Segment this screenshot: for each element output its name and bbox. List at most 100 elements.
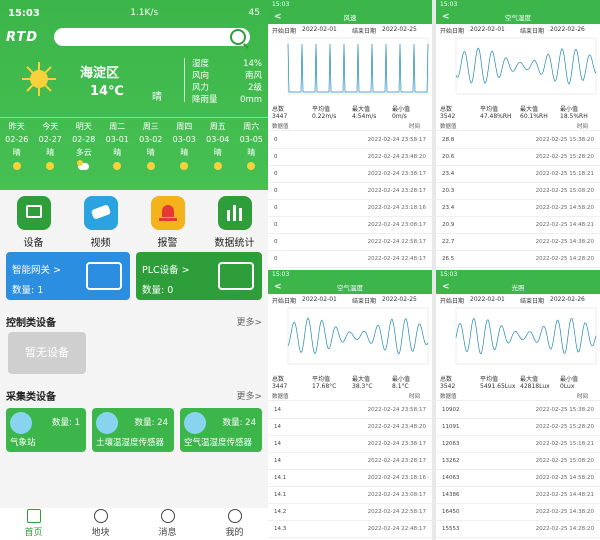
collect-more-link[interactable]: 更多> (236, 389, 262, 402)
table-row: 0 2022-02-24 23:08:17 (268, 217, 432, 234)
table-row: 22.7 2022-02-25 14:38:20 (436, 234, 600, 251)
gateway-panel[interactable]: 智能网关 > 数量: 1 (6, 252, 130, 300)
table-row: 16450 2022-02-25 14:38:20 (436, 504, 600, 521)
start-date[interactable]: 2022-02-01 (302, 296, 337, 303)
sun-icon (180, 162, 189, 170)
table-row: 0 2022-02-24 23:48:20 (268, 149, 432, 166)
tab-home[interactable]: 首页 (9, 509, 59, 538)
app-logo: RTD (6, 30, 39, 45)
detail-title: 空气温度 (337, 284, 363, 292)
table-row: 0 2022-02-24 23:28:17 (268, 183, 432, 200)
table-row: 14.3 2022-02-24 22:48:17 (268, 521, 432, 538)
table-row: 14.2 2022-02-24 22:58:17 (268, 504, 432, 521)
detail-screen: 15:03 < 风速 开始日期 2022-02-01 结束日期 2022-02-25 总数 34… (268, 0, 432, 270)
weather-station-icon (10, 412, 32, 434)
devices-button[interactable]: 设备 (7, 196, 61, 249)
table-row: 26.5 2022-02-25 14:28:20 (436, 251, 600, 268)
start-date[interactable]: 2022-02-01 (470, 26, 505, 33)
tab-messages[interactable]: 消息 (143, 509, 193, 538)
table-row: 11091 2022-02-25 15:28:20 (436, 419, 600, 436)
main-phone-screen: 15:03 1.1K/s 45 RTD 海淀区 14℃ 晴 湿度 14% 风向 南风… (0, 0, 268, 540)
line-chart (287, 37, 429, 95)
forecast-day: 今天 02-27 晴 (34, 120, 68, 173)
forecast-day: 明天 02-28 多云 (67, 120, 101, 173)
control-section-title: 控制类设备 (6, 318, 56, 329)
tab-profile[interactable]: 我的 (210, 509, 260, 538)
search-icon[interactable] (230, 29, 246, 45)
nav-icons: 设备 视频 报警 数据统计 (0, 196, 268, 249)
table-row: 0 2022-02-24 23:38:17 (268, 166, 432, 183)
start-date[interactable]: 2022-02-01 (302, 26, 337, 33)
divider (0, 117, 268, 118)
sun-icon (213, 162, 222, 170)
home-icon (26, 509, 41, 523)
control-more-link[interactable]: 更多> (236, 315, 262, 328)
forecast-day: 周二 03-01 晴 (101, 120, 135, 173)
forecast-day: 昨天 02-26 晴 (0, 120, 34, 173)
detail-header: 15:03 < 空气温度 (268, 270, 432, 294)
sun-icon (146, 162, 155, 170)
thermometer-icon (96, 412, 118, 434)
thermometer-icon (184, 412, 206, 434)
table-row: 0 2022-02-24 22:48:17 (268, 251, 432, 268)
district-name[interactable]: 海淀区 (80, 62, 119, 81)
sensor-card-soil[interactable]: 数量: 24 土壤温湿度传感器 (92, 408, 174, 452)
camera-icon (83, 196, 118, 230)
chart-series (455, 317, 597, 355)
alarm-button[interactable]: 报警 (141, 196, 195, 249)
server-icon (218, 262, 254, 290)
forecast-day: 周三 03-02 晴 (134, 120, 168, 173)
sensor-card-air[interactable]: 数量: 24 空气温湿度传感器 (180, 408, 262, 452)
sun-icon (247, 162, 256, 170)
table-row: 10902 2022-02-25 15:38:20 (436, 402, 600, 419)
table-row: 14 2022-02-24 23:28:17 (268, 453, 432, 470)
table-row: 0 2022-02-24 23:18:16 (268, 200, 432, 217)
table-row: 0 2022-02-24 23:58:17 (268, 132, 432, 149)
monitor-icon (16, 196, 51, 230)
app-collage: 15:03 1.1K/s 45 RTD 海淀区 14℃ 晴 湿度 14% 风向 南风… (0, 0, 600, 540)
table-header: 数据值 时间 (268, 392, 432, 401)
router-icon (86, 262, 122, 290)
search-input[interactable] (54, 28, 250, 46)
table-row: 20.6 2022-02-25 15:28:20 (436, 149, 600, 166)
tab-field[interactable]: 地块 (76, 509, 126, 538)
forecast-day: 周六 03-05 晴 (235, 120, 269, 173)
forecast-strip: 昨天 02-26 晴今天 02-27 晴明天 02-28 多云 周二 03-01 晴周三 03-02… (0, 120, 268, 173)
table-header: 数据值 时间 (436, 392, 600, 401)
detail-screen: 15:03 < 空气温度 开始日期 2022-02-01 结束日期 2022-02-25 总数… (268, 270, 432, 540)
video-button[interactable]: 视频 (74, 196, 128, 249)
current-condition: 晴 (152, 92, 162, 103)
table-row: 14063 2022-02-25 14:58:20 (436, 470, 600, 487)
table-row: 14 2022-02-24 23:48:20 (268, 419, 432, 436)
table-row: 12063 2022-02-25 15:18:21 (436, 436, 600, 453)
end-date[interactable]: 2022-02-26 (550, 26, 585, 33)
table-row: 14 2022-02-24 23:38:17 (268, 436, 432, 453)
chart-series (287, 317, 429, 355)
table-row: 0 2022-02-24 22:58:17 (268, 234, 432, 251)
end-date[interactable]: 2022-02-25 (382, 26, 417, 33)
detail-title: 光照 (511, 284, 525, 292)
end-date[interactable]: 2022-02-26 (550, 296, 585, 303)
sun-icon (12, 162, 21, 170)
table-row: 28.8 2022-02-25 15:38:20 (436, 132, 600, 149)
detail-title: 风速 (343, 14, 357, 22)
battery-icon: 45 (248, 8, 260, 18)
siren-icon (150, 196, 185, 230)
sun-icon (22, 62, 56, 96)
end-date[interactable]: 2022-02-25 (382, 296, 417, 303)
detail-screen: 15:03 < 光照 开始日期 2022-02-01 结束日期 2022-02-26 总数 35… (436, 270, 600, 540)
table-row: 23.4 2022-02-25 15:18:21 (436, 166, 600, 183)
cloud-icon (77, 159, 90, 170)
sun-icon (46, 162, 55, 170)
statistics-button[interactable]: 数据统计 (208, 196, 262, 249)
plc-panel[interactable]: PLC设备 > 数量: 0 (136, 252, 262, 300)
detail-header: 15:03 < 空气湿度 (436, 0, 600, 24)
bar-chart-icon (217, 196, 252, 230)
table-row: 14.1 2022-02-24 23:08:17 (268, 487, 432, 504)
line-chart (287, 307, 429, 365)
detail-header: 15:03 < 风速 (268, 0, 432, 24)
start-date[interactable]: 2022-02-01 (470, 296, 505, 303)
status-time: 15:03 (8, 7, 40, 19)
sensor-card-weather-station[interactable]: 数量: 1 气象站 (6, 408, 86, 452)
status-network: 1.1K/s (130, 8, 159, 18)
